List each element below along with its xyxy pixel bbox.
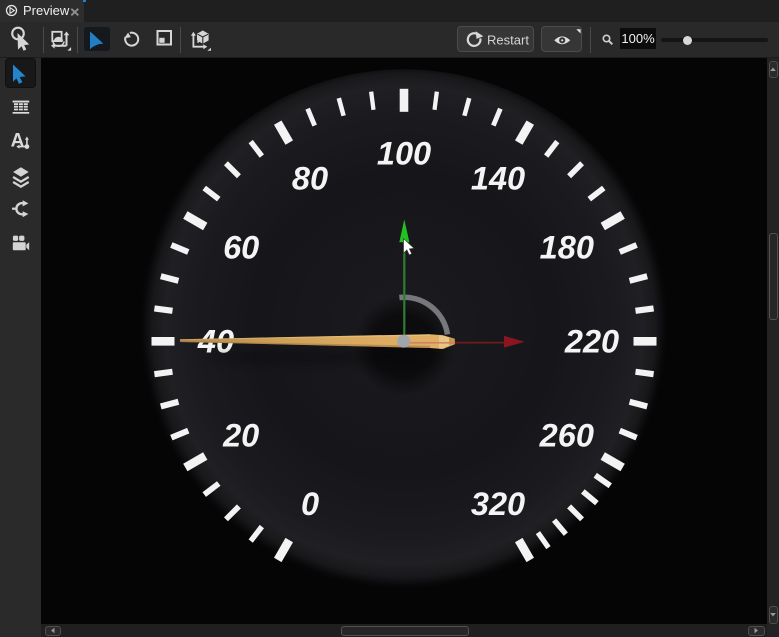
svg-text:140: 140 [471,161,525,197]
svg-text:180: 180 [540,229,594,265]
svg-text:60: 60 [223,229,259,265]
svg-text:260: 260 [539,417,594,453]
svg-text:320: 320 [471,486,525,522]
svg-text:220: 220 [564,323,619,359]
svg-text:80: 80 [292,161,328,197]
svg-text:0: 0 [301,486,319,522]
svg-text:20: 20 [222,417,259,453]
svg-text:A: A [11,131,25,152]
svg-text:Restart: Restart [487,33,529,48]
svg-text:100: 100 [377,135,431,171]
